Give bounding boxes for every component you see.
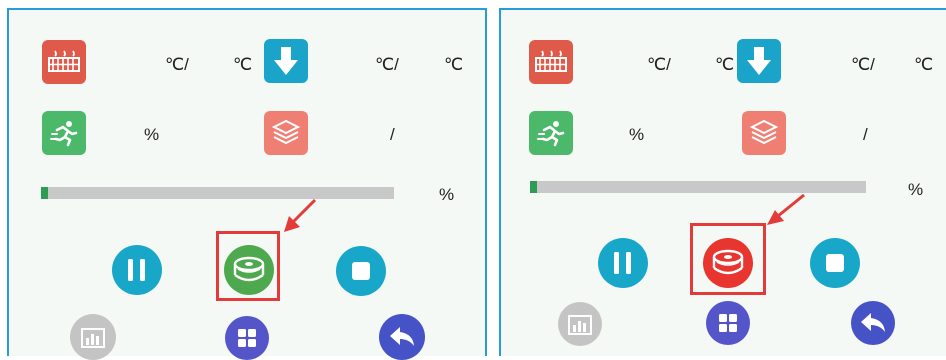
layers-stack-icon: [742, 111, 786, 155]
pointer-arrow-icon: [284, 198, 317, 232]
extruder-down-arrow-icon: [264, 39, 308, 83]
bed-target-unit: ℃: [715, 55, 735, 74]
stop-button[interactable]: [336, 246, 386, 296]
statistics-button[interactable]: [558, 302, 602, 346]
extruder-temp-unit: ℃/: [375, 55, 399, 74]
print-speed-unit: %: [144, 125, 160, 144]
stop-button[interactable]: [810, 238, 860, 288]
hotbed-heater-icon: [529, 40, 573, 84]
running-figure-speed-icon: [529, 111, 573, 155]
back-button[interactable]: [851, 301, 895, 345]
bed-temp-unit: ℃/: [647, 55, 671, 74]
filament-button-highlight: [216, 231, 280, 301]
stop-icon: [352, 262, 370, 280]
progress-fill: [41, 187, 49, 199]
printing-screen-normal: ℃/ ℃ ℃/ ℃ % / %: [7, 8, 487, 360]
bar-chart-icon: [568, 315, 592, 335]
layers-stack-icon: [264, 111, 308, 155]
extruder-target-unit: ℃: [444, 55, 464, 74]
print-progress-bar: [530, 181, 866, 193]
bar-chart-icon: [81, 328, 105, 348]
print-progress-bar: [41, 187, 394, 199]
stop-icon: [826, 254, 844, 272]
grid-menu-icon: [238, 329, 256, 347]
grid-menu-icon: [719, 314, 737, 332]
hotbed-heater-icon: [42, 40, 86, 84]
filament-button-highlight: [690, 223, 766, 295]
layer-separator: /: [863, 125, 868, 144]
back-arrow-icon: [861, 313, 885, 332]
back-arrow-icon: [390, 327, 414, 346]
progress-percent-unit: %: [908, 180, 924, 199]
back-button[interactable]: [379, 314, 425, 360]
running-figure-speed-icon: [42, 111, 86, 155]
pause-icon: [614, 252, 631, 274]
extruder-temp-unit: ℃/: [851, 55, 875, 74]
bed-target-unit: ℃: [233, 55, 253, 74]
pointer-arrow-icon: [767, 193, 805, 225]
extruder-target-unit: ℃: [914, 55, 934, 74]
menu-button[interactable]: [225, 316, 269, 360]
progress-percent-unit: %: [439, 185, 455, 204]
layer-separator: /: [390, 125, 395, 144]
pause-icon: [128, 259, 145, 281]
menu-button[interactable]: [706, 301, 750, 345]
progress-fill: [530, 181, 537, 193]
statistics-button[interactable]: [70, 314, 116, 360]
pause-button[interactable]: [112, 245, 162, 295]
bed-temp-unit: ℃/: [165, 55, 189, 74]
extruder-down-arrow-icon: [737, 39, 781, 83]
print-speed-unit: %: [629, 125, 645, 144]
pause-button[interactable]: [598, 238, 648, 288]
printing-screen-filament-alert: ℃/ ℃ ℃/ ℃ % / %: [499, 8, 946, 356]
